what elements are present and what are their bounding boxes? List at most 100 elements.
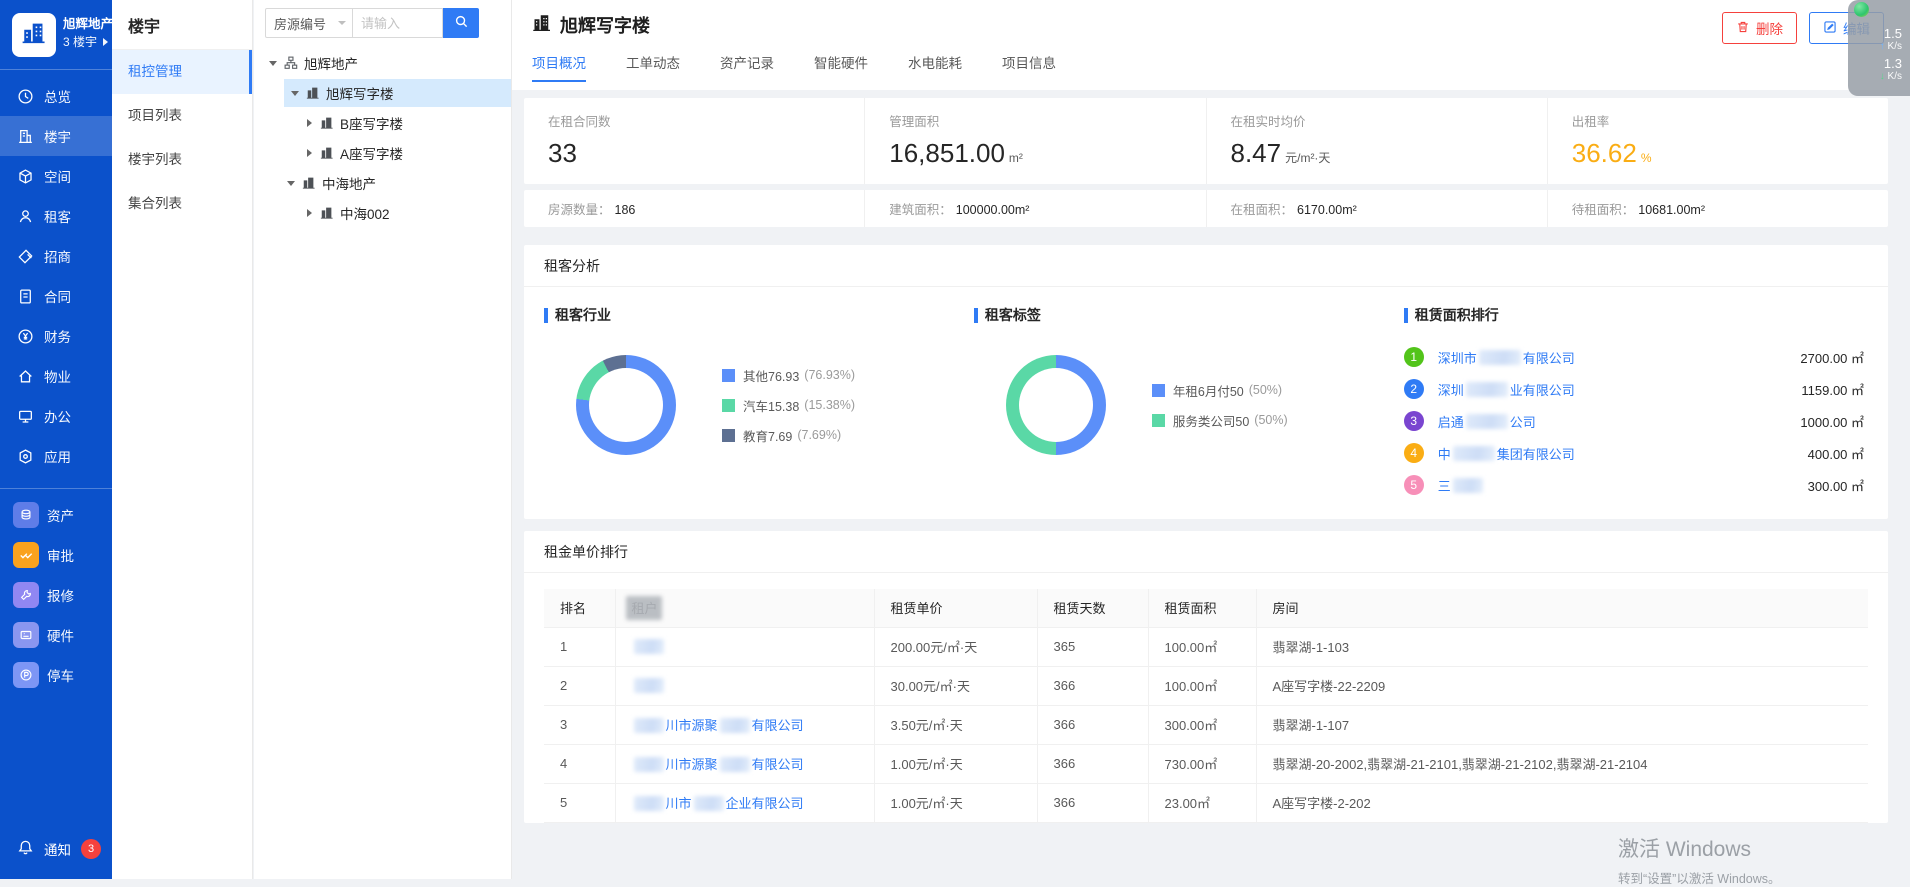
substat-vacant-area: 待租面积：10681.00m² [1548, 190, 1888, 227]
building-title-icon [532, 13, 552, 38]
caret-right-icon[interactable] [302, 209, 316, 217]
tab-workorders[interactable]: 工单动态 [626, 52, 680, 82]
project-tree-panel: 房源编号 旭辉地产 旭辉写字楼 B座写字楼 A座 [254, 0, 512, 879]
tab-project-overview[interactable]: 项目概况 [532, 52, 586, 82]
sidebar-item-overview[interactable]: 总览 [0, 76, 112, 116]
office-monitor-icon [17, 408, 34, 425]
caret-right-icon[interactable] [302, 119, 316, 127]
sidebar-item-contracts[interactable]: 合同 [0, 276, 112, 316]
area-ranking-section: 租赁面积排行 1 深圳市有限公司 2700.00 ㎡ 2 深圳业有限公司 115… [1404, 305, 1868, 495]
sidebar-item-notifications[interactable]: 通知 3 [0, 829, 112, 869]
building-solid-icon [320, 206, 334, 220]
table-row: 5 川市企业有限公司 1.00元/㎡·天 366 23.00㎡ A座写字楼-2-… [544, 783, 1868, 822]
contract-file-icon [17, 288, 34, 305]
sidebar-item-property[interactable]: 物业 [0, 356, 112, 396]
tenant-link[interactable] [632, 678, 666, 693]
tab-project-info[interactable]: 项目信息 [1002, 52, 1056, 82]
workspace-switcher[interactable]: 旭辉地产 3 楼宇 [0, 0, 112, 57]
tenant-industry-donut-chart [576, 355, 676, 455]
tenant-link[interactable] [632, 639, 666, 654]
sidebar-item-repairs[interactable]: 报修 [0, 575, 112, 615]
sidebar-item-finance[interactable]: 财务 [0, 316, 112, 356]
tree-node-xuhui-office-tower[interactable]: 旭辉写字楼 [254, 78, 511, 108]
overview-clock-icon [17, 88, 34, 105]
company-link[interactable]: 启通公司 [1438, 412, 1536, 431]
tab-smart-hardware[interactable]: 智能硬件 [814, 52, 868, 82]
ranking-row: 5 三 300.00 ㎡ [1404, 475, 1864, 495]
company-link[interactable]: 深圳市有限公司 [1438, 348, 1575, 367]
area-value: 2700.00 ㎡ [1800, 348, 1864, 367]
apps-box-icon [17, 448, 34, 465]
company-logo [12, 13, 56, 57]
sidebar-item-office[interactable]: 办公 [0, 396, 112, 436]
asset-coins-icon [13, 502, 39, 528]
repair-wrench-icon [13, 582, 39, 608]
sidebar-item-space[interactable]: 空间 [0, 156, 112, 196]
legend-item: 其他76.93(76.93%) [722, 366, 855, 385]
sidebar-divider [0, 488, 112, 489]
network-speed-widget[interactable]: 1.5 ↑ K/s 1.3 ↓ K/s [1848, 0, 1910, 96]
chevron-down-icon [338, 21, 346, 25]
stat-managed-area: 管理面积 16,851.00m² [865, 98, 1206, 184]
search-input[interactable] [353, 8, 443, 38]
card-title: 租金单价排行 [524, 531, 1888, 573]
sidebar-item-approvals[interactable]: 审批 [0, 535, 112, 575]
main-content: 旭辉写字楼 删除 编辑 项目概况 工单动态 资产记录 智能硬件 水电能耗 项目信… [512, 0, 1910, 879]
menu-item-collection-list[interactable]: 集合列表 [112, 182, 252, 226]
company-link[interactable]: 中集团有限公司 [1438, 444, 1575, 463]
sidebar-item-apps[interactable]: 应用 [0, 436, 112, 476]
tab-asset-records[interactable]: 资产记录 [720, 52, 774, 82]
caret-down-icon[interactable] [266, 61, 280, 66]
sidebar-item-tenants[interactable]: 租客 [0, 196, 112, 236]
delete-button[interactable]: 删除 [1722, 12, 1797, 44]
sidebar-item-parking[interactable]: 停车 [0, 655, 112, 695]
buildings-submenu-panel: 楼宇 租控管理 项目列表 楼宇列表 集合列表 [112, 0, 253, 879]
caret-right-icon[interactable] [302, 149, 316, 157]
company-name: 旭辉地产 [63, 15, 113, 33]
menu-item-project-list[interactable]: 项目列表 [112, 94, 252, 138]
tenant-link[interactable]: 川市源聚有限公司 [632, 757, 804, 772]
table-row: 3 川市源聚有限公司 3.50元/㎡·天 366 300.00㎡ 翡翠湖-1-1… [544, 705, 1868, 744]
notification-badge: 3 [81, 839, 101, 859]
tenant-link[interactable]: 川市源聚有限公司 [632, 718, 804, 733]
sidebar-item-hardware[interactable]: 硬件 [0, 615, 112, 655]
tenant-tags-section: 租客标签 年租6月付50(50%) 服务类公司50(50%) [974, 305, 1404, 495]
company-link[interactable]: 深圳业有限公司 [1438, 380, 1575, 399]
sidebar-nav: 总览 楼宇 空间 租客 招商 合同 财务 物业 [0, 76, 112, 476]
trash-icon [1736, 20, 1750, 37]
search-button[interactable] [443, 8, 479, 38]
ranking-row: 3 启通公司 1000.00 ㎡ [1404, 411, 1864, 431]
col-unit-price: 租赁单价 [874, 589, 1037, 627]
page-title: 旭辉写字楼 [560, 12, 650, 38]
tree-node-tower-a[interactable]: A座写字楼 [254, 138, 511, 168]
tree-node-zhonghai-group[interactable]: 中海地产 [254, 168, 511, 198]
sidebar-item-buildings[interactable]: 楼宇 [0, 116, 112, 156]
search-type-select[interactable]: 房源编号 [265, 8, 353, 38]
section-accent-bar [1404, 308, 1408, 323]
menu-item-rent-control[interactable]: 租控管理 [112, 50, 252, 94]
hardware-device-icon [13, 622, 39, 648]
primary-sidebar: 旭辉地产 3 楼宇 总览 楼宇 空间 租客 招商 合同 [0, 0, 112, 879]
sidebar-item-assets[interactable]: 资产 [0, 495, 112, 535]
tree-node-xuhui-group[interactable]: 旭辉地产 [254, 48, 511, 78]
tree-node-zhonghai-002[interactable]: 中海002 [254, 198, 511, 228]
building-solid-icon [306, 86, 320, 100]
card-title: 租客分析 [524, 245, 1888, 287]
tenant-analysis-card: 租客分析 租客行业 其他76.93(76.93%) 汽车15.38(15.38%… [524, 245, 1888, 519]
rent-price-table: 排名 租户 租赁单价 租赁天数 租赁面积 房间 1 200.00元/㎡·天 36… [544, 589, 1868, 823]
section-accent-bar [544, 308, 548, 323]
menu-item-building-list[interactable]: 楼宇列表 [112, 138, 252, 182]
caret-down-icon[interactable] [284, 181, 298, 186]
col-tenant: 租户 [615, 589, 874, 627]
leasing-tag-icon [17, 248, 34, 265]
company-link[interactable]: 三 [1438, 476, 1485, 495]
tab-utilities[interactable]: 水电能耗 [908, 52, 962, 82]
table-header-row: 排名 租户 租赁单价 租赁天数 租赁面积 房间 [544, 589, 1868, 627]
col-rooms: 房间 [1256, 589, 1868, 627]
tenant-link[interactable]: 川市企业有限公司 [632, 796, 804, 811]
project-tree: 旭辉地产 旭辉写字楼 B座写字楼 A座写字楼 中海地产 中海 [254, 48, 511, 228]
sidebar-item-leasing[interactable]: 招商 [0, 236, 112, 276]
col-lease-area: 租赁面积 [1148, 589, 1256, 627]
tree-node-tower-b[interactable]: B座写字楼 [254, 108, 511, 138]
caret-down-icon[interactable] [288, 91, 302, 96]
